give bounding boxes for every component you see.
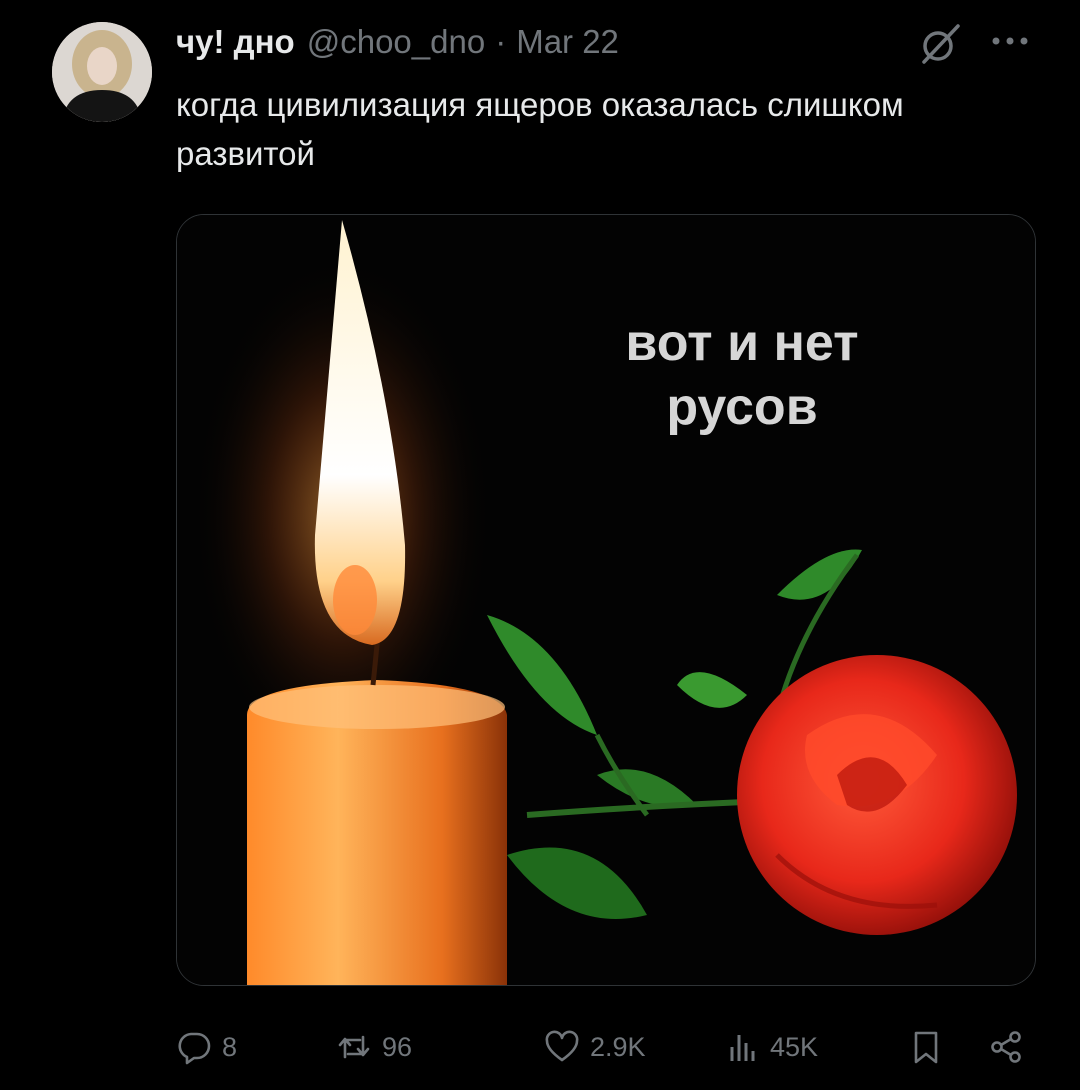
grok-icon[interactable]: [918, 22, 962, 66]
separator-dot: ·: [495, 23, 507, 60]
caption-line-2: русов: [666, 378, 818, 436]
avatar[interactable]: [52, 22, 152, 122]
heart-icon: [545, 1030, 579, 1062]
views-icon: [730, 1035, 755, 1061]
retweet-button[interactable]: 96: [336, 1022, 412, 1072]
user-handle[interactable]: @choo_dno: [307, 23, 485, 61]
more-icon[interactable]: [988, 26, 1032, 56]
display-name[interactable]: чу! дно: [176, 23, 295, 61]
caption-line-1: вот и нет: [625, 314, 859, 372]
tweet-text: когда цивилизация ящеров оказалась слишк…: [176, 86, 904, 172]
reply-count: 8: [222, 1031, 238, 1062]
views-count: 45K: [770, 1031, 819, 1062]
bookmark-button[interactable]: [908, 1022, 954, 1072]
like-button[interactable]: 2.9K: [544, 1022, 646, 1072]
views-button[interactable]: 45K: [724, 1022, 818, 1072]
image-caption: вот и нет русов: [577, 311, 907, 439]
share-button[interactable]: [988, 1022, 1034, 1072]
reply-button[interactable]: 8: [176, 1022, 237, 1072]
tweet-date[interactable]: Mar 22: [516, 23, 619, 61]
action-bar: 8 96 2.9K 45K: [176, 1022, 1036, 1072]
bookmark-icon: [914, 1031, 938, 1064]
avatar-image: [52, 22, 152, 122]
share-icon: [991, 1031, 1021, 1063]
retweet-count: 96: [382, 1031, 413, 1062]
like-count: 2.9K: [590, 1031, 646, 1062]
retweet-icon: [338, 1035, 370, 1059]
reply-icon: [178, 1032, 211, 1065]
tweet-media[interactable]: вот и нет русов: [176, 214, 1036, 986]
tweet-header: чу! дно @choo_dno · Mar 22: [176, 22, 619, 62]
